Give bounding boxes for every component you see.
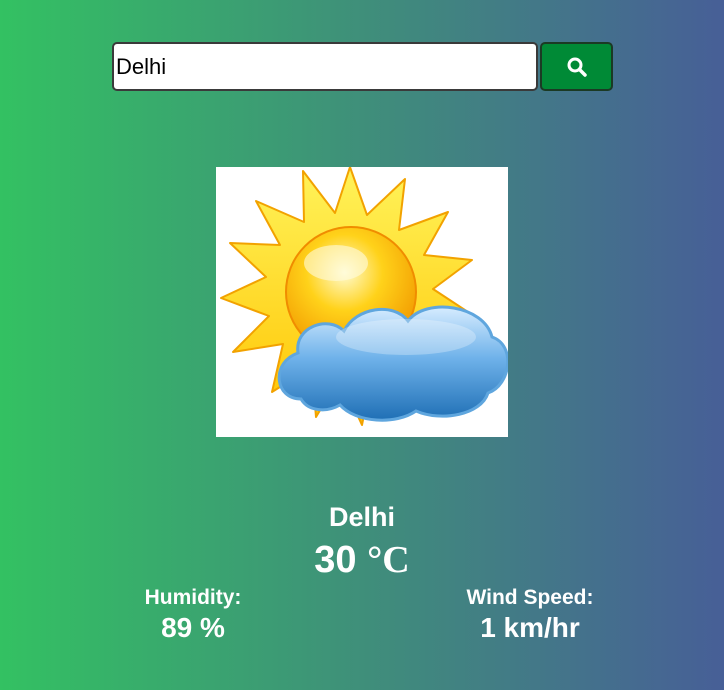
city-name: Delhi [328, 502, 395, 532]
wind-speed-value: 1 km/hr [480, 612, 580, 643]
partly-cloudy-icon [220, 167, 508, 426]
search-button[interactable] [540, 42, 613, 91]
weather-condition-image [216, 167, 508, 437]
search-icon [567, 57, 587, 77]
temperature: 30 °C [0, 538, 724, 582]
wind-speed-panel: Wind Speed: 1 km/hr [440, 585, 620, 645]
wind-speed-label: Wind Speed: [466, 586, 594, 609]
humidity-label: Humidity: [144, 586, 242, 609]
search-bar [112, 42, 613, 91]
humidity-panel: Humidity: 89 % [113, 585, 273, 645]
humidity-value: 89 % [161, 612, 225, 643]
temperature-unit: °C [367, 539, 410, 581]
temperature-value: 30 [314, 539, 357, 581]
city-search-input[interactable] [112, 42, 538, 91]
